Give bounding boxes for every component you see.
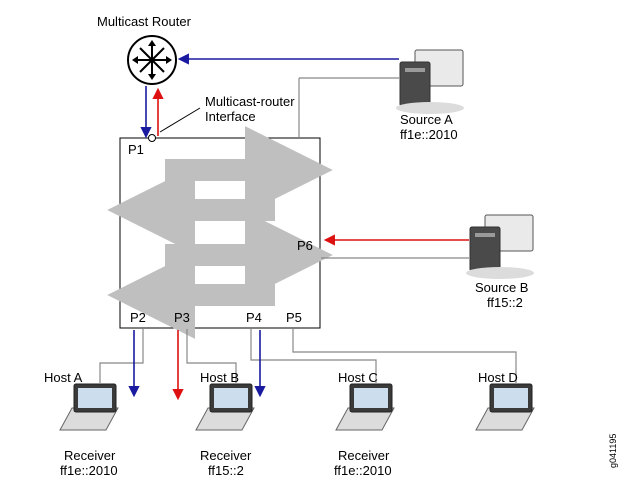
figure-id: g041195 — [608, 434, 618, 468]
host-a-name: Host A — [44, 370, 82, 385]
port-p5: P5 — [286, 310, 302, 325]
port-p4: P4 — [246, 310, 262, 325]
host-c-role: Receiver — [338, 448, 389, 463]
port-p3: P3 — [174, 310, 190, 325]
host-c-name: Host C — [338, 370, 378, 385]
source-b-name: Source B — [475, 280, 528, 295]
host-c-icon — [336, 384, 394, 430]
source-a-icon — [396, 50, 464, 114]
host-a-role: Receiver — [64, 448, 115, 463]
host-c-group: ff1e::2010 — [334, 463, 392, 478]
host-a-group: ff1e::2010 — [60, 463, 118, 478]
host-b-role: Receiver — [200, 448, 251, 463]
diagram-svg — [0, 0, 630, 504]
port-p1-ring — [149, 135, 156, 142]
wire-p2-hosta — [100, 329, 143, 383]
host-b-icon — [196, 384, 254, 430]
interface-pointer — [160, 108, 200, 132]
source-b-group: ff15::2 — [487, 295, 523, 310]
source-b-icon — [466, 215, 534, 279]
host-d-icon — [476, 384, 534, 430]
diagram-canvas: Multicast Router Multicast-routerInterfa… — [0, 0, 630, 504]
port-p6: P6 — [297, 238, 313, 253]
host-d-name: Host D — [478, 370, 518, 385]
source-a-name: Source A — [400, 112, 453, 127]
multicast-router-icon — [128, 36, 176, 84]
host-a-icon — [60, 384, 118, 430]
port-p2: P2 — [130, 310, 146, 325]
interface-label: Multicast-routerInterface — [205, 94, 295, 124]
host-b-group: ff15::2 — [208, 463, 244, 478]
port-p1: P1 — [128, 142, 144, 157]
multicast-router-label: Multicast Router — [97, 14, 191, 29]
source-a-group: ff1e::2010 — [400, 127, 458, 142]
host-b-name: Host B — [200, 370, 239, 385]
